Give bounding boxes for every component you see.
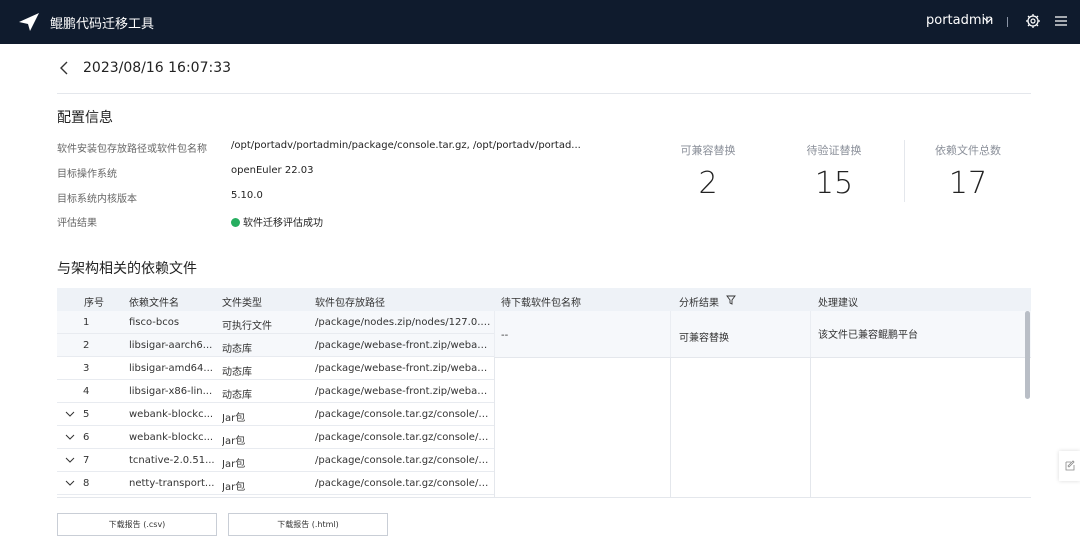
config-label-os: 目标操作系统 <box>57 169 117 180</box>
col-name: 依赖文件名 <box>129 298 179 309</box>
config-section-title: 配置信息 <box>57 110 113 126</box>
divider <box>494 357 1031 358</box>
back-icon[interactable] <box>58 61 70 75</box>
cell-type: 可执行文件 <box>222 321 272 332</box>
col-advice: 处理建议 <box>818 298 858 309</box>
chevron-down-icon[interactable] <box>65 479 75 487</box>
stat-compatible-label: 可兼容替换 <box>680 144 736 157</box>
cell-no: 3 <box>83 363 90 374</box>
config-value-result: 软件迁移评估成功 <box>243 218 323 229</box>
gear-icon[interactable] <box>1025 13 1041 29</box>
stat-compatible-value: 2 <box>698 166 718 201</box>
cell-type: 动态库 <box>222 367 252 378</box>
cell-path: /package/console.tar.gz/console/lib... <box>315 409 491 420</box>
cell-name: webank-blockc... <box>129 432 214 443</box>
deps-section-title: 与架构相关的依赖文件 <box>57 261 197 277</box>
cell-path: /package/nodes.zip/nodes/127.0.0.... <box>315 317 491 328</box>
divider <box>57 93 1031 94</box>
app-title: 鲲鹏代码迁移工具 <box>50 17 155 32</box>
deps-table: 序号 依赖文件名 文件类型 软件包存放路径 待下载软件包名称 分析结果 处理建议… <box>57 288 1031 498</box>
config-label-result: 评估结果 <box>57 218 97 229</box>
cell-path: /package/console.tar.gz/console/lib... <box>315 432 491 443</box>
divider <box>904 140 905 202</box>
merged-advice: 该文件已兼容鲲鹏平台 <box>818 330 918 341</box>
table-row[interactable]: 8 netty-transport... Jar包/package/console.… <box>57 472 494 495</box>
success-icon <box>231 218 240 227</box>
col-path: 软件包存放路径 <box>315 298 385 309</box>
config-label-path: 软件安装包存放路径或软件包名称 <box>57 144 207 155</box>
cell-path: /package/webase-front.zip/webase-... <box>315 340 491 351</box>
status-badge: 软件迁移评估成功 <box>231 214 323 229</box>
cell-name: libsigar-amd64... <box>129 363 213 374</box>
cell-no: 8 <box>83 478 90 489</box>
top-bar: 鲲鹏代码迁移工具 portadmin <box>0 0 1080 44</box>
table-row[interactable]: 5 webank-blockc... Jar包/package/console.ta… <box>57 403 494 426</box>
chevron-down-icon[interactable] <box>983 15 993 25</box>
cell-type: 动态库 <box>222 390 252 401</box>
cell-name: fisco-bcos <box>129 317 180 328</box>
chevron-down-icon[interactable] <box>65 410 75 418</box>
config-value-path: /opt/portadv/portadmin/package/console.t… <box>231 140 581 151</box>
cell-name: tcnative-2.0.51... <box>129 455 215 466</box>
page-title: 2023/08/16 16:07:33 <box>83 60 232 76</box>
table-row[interactable]: 6 webank-blockc... Jar包/package/console.ta… <box>57 426 494 449</box>
cell-name: webank-blockc... <box>129 409 214 420</box>
cell-name: libsigar-aarch6... <box>129 340 213 351</box>
cell-path: /package/webase-front.zip/webase-... <box>315 363 491 374</box>
cell-no: 1 <box>83 317 90 328</box>
cell-no: 4 <box>83 386 90 397</box>
stat-pending-value: 15 <box>814 166 854 201</box>
cell-no: 7 <box>83 455 90 466</box>
cell-path: /package/webase-front.zip/webase-... <box>315 386 491 397</box>
col-no: 序号 <box>84 298 104 309</box>
config-label-kernel: 目标系统内核版本 <box>57 194 137 205</box>
cell-no: 6 <box>83 432 90 443</box>
merged-result: 可兼容替换 <box>679 333 729 344</box>
divider <box>1007 17 1008 27</box>
stat-pending-label: 待验证替换 <box>806 144 862 157</box>
kunpeng-logo-icon <box>19 13 39 31</box>
config-value-kernel: 5.10.0 <box>231 190 263 201</box>
cell-name: netty-transport... <box>129 478 215 489</box>
stat-total-label: 依赖文件总数 <box>935 144 1001 157</box>
cell-no: 2 <box>83 340 90 351</box>
cell-type: Jar包 <box>222 413 246 424</box>
filter-icon[interactable] <box>726 295 736 305</box>
table-row[interactable]: 4 libsigar-x86-lin... 动态库/package/webase-f… <box>57 380 494 403</box>
edit-icon <box>1065 460 1075 471</box>
stat-total-value: 17 <box>948 166 988 201</box>
download-html-button[interactable]: 下载报告 (.html) <box>228 513 388 536</box>
config-value-os: openEuler 22.03 <box>231 165 314 176</box>
merged-download: -- <box>501 330 509 341</box>
divider <box>57 497 1031 498</box>
download-csv-button[interactable]: 下载报告 (.csv) <box>57 513 217 536</box>
cell-type: 动态库 <box>222 344 252 355</box>
menu-icon[interactable] <box>1054 14 1068 28</box>
scrollbar[interactable] <box>1025 311 1030 399</box>
cell-type: Jar包 <box>222 459 246 470</box>
cell-path: /package/console.tar.gz/console/lib... <box>315 455 491 466</box>
col-result: 分析结果 <box>679 298 719 309</box>
chevron-down-icon[interactable] <box>65 433 75 441</box>
cell-type: Jar包 <box>222 482 246 493</box>
table-header: 序号 依赖文件名 文件类型 软件包存放路径 待下载软件包名称 分析结果 处理建议 <box>57 288 1031 311</box>
cell-path: /package/console.tar.gz/console/lib... <box>315 478 491 489</box>
chevron-down-icon[interactable] <box>65 456 75 464</box>
col-type: 文件类型 <box>222 298 262 309</box>
cell-type: Jar包 <box>222 436 246 447</box>
table-row[interactable]: 2 libsigar-aarch6... 动态库/package/webase-fr… <box>57 334 494 357</box>
table-row[interactable]: 1 fisco-bcos 可执行文件/package/nodes.zip/nodes… <box>57 311 494 334</box>
table-row[interactable]: 3 libsigar-amd64... 动态库/package/webase-fro… <box>57 357 494 380</box>
table-row[interactable]: 7 tcnative-2.0.51... Jar包/package/console.… <box>57 449 494 472</box>
feedback-button[interactable] <box>1059 451 1080 481</box>
cell-name: libsigar-x86-lin... <box>129 386 213 397</box>
cell-no: 5 <box>83 409 90 420</box>
col-download: 待下载软件包名称 <box>501 298 581 309</box>
